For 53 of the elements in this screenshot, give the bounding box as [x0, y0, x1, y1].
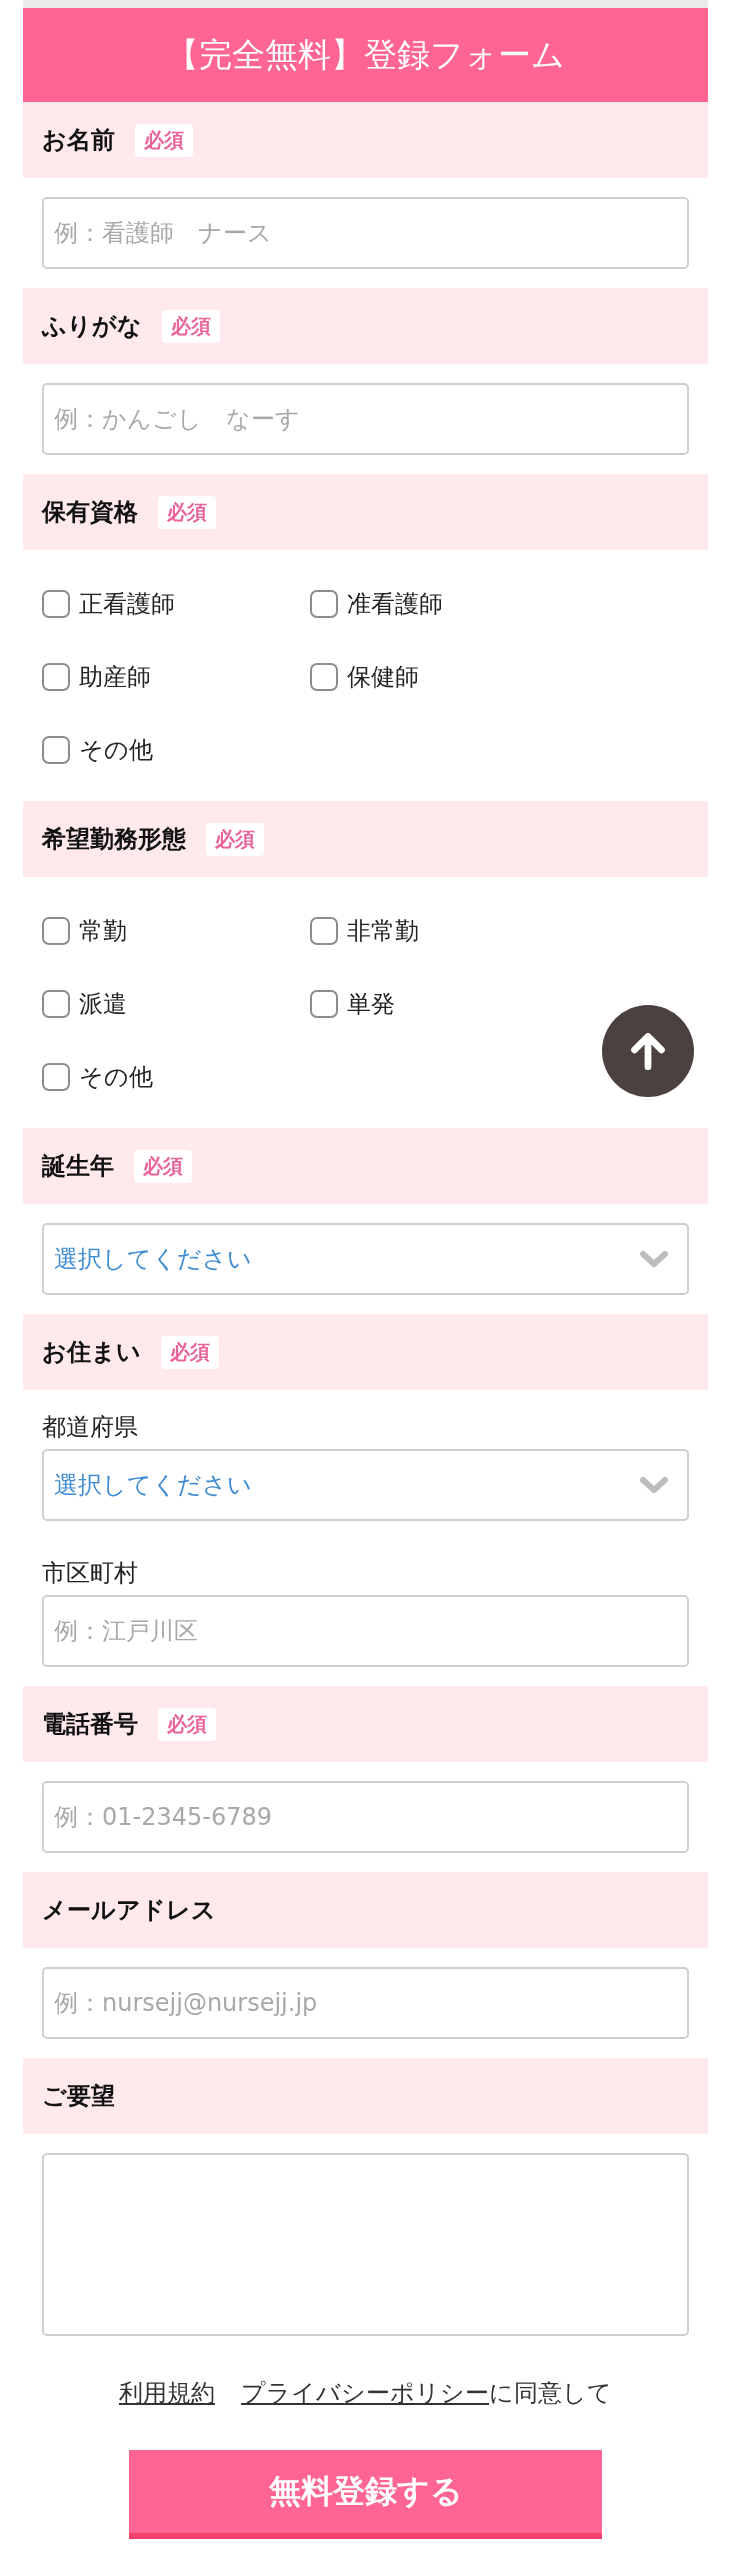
checkbox[interactable]: [310, 662, 338, 691]
checkbox[interactable]: [42, 989, 70, 1018]
textarea-field[interactable]: [42, 2153, 689, 2336]
section-title: 誕生年: [42, 1151, 114, 1182]
checkbox-label[interactable]: 派遣: [79, 987, 127, 1020]
form-title: 【完全無料】登録フォーム: [166, 33, 565, 76]
chevron-down-icon: [639, 1250, 669, 1268]
checkbox-label[interactable]: 保健師: [347, 660, 419, 693]
terms-link[interactable]: 利用規約: [119, 2379, 215, 2407]
required-tag: 必須: [134, 1149, 192, 1183]
section-title: ご要望: [42, 2081, 115, 2112]
required-tag: 必須: [162, 309, 220, 343]
section-title: メールアドレス: [42, 1895, 216, 1926]
agreement-text: 利用規約 プライバシーポリシーに同意して: [118, 2378, 613, 2409]
select-field[interactable]: 選択してください: [42, 1223, 689, 1295]
privacy-policy-link[interactable]: プライバシーポリシー: [241, 2379, 489, 2407]
section-title: ふりがな: [42, 311, 142, 342]
checkbox-label[interactable]: 単発: [347, 987, 395, 1020]
checkbox[interactable]: [42, 589, 70, 618]
required-tag: 必須: [161, 1335, 219, 1369]
section-title: お住まい: [42, 1337, 141, 1368]
text-input[interactable]: 例：かんごし なーす: [42, 383, 689, 455]
checkbox-label[interactable]: その他: [79, 1060, 153, 1093]
text-input[interactable]: 例：01-2345-6789: [42, 1781, 689, 1853]
checkbox-label[interactable]: その他: [79, 733, 153, 766]
checkbox[interactable]: [310, 589, 338, 618]
text-input[interactable]: 例：看護師 ナース: [42, 197, 689, 269]
required-tag: 必須: [158, 1707, 216, 1741]
chevron-down-icon: [639, 1476, 669, 1494]
checkbox[interactable]: [310, 916, 338, 945]
text-input[interactable]: 例：江戸川区: [42, 1595, 689, 1667]
checkbox[interactable]: [310, 989, 338, 1018]
checkbox[interactable]: [42, 1062, 70, 1091]
text-input[interactable]: 例：nursejj@nursejj.jp: [42, 1967, 689, 2039]
checkbox[interactable]: [42, 916, 70, 945]
checkbox-label[interactable]: 非常勤: [347, 914, 419, 947]
field-label: 市区町村: [42, 1558, 138, 1589]
checkbox[interactable]: [42, 662, 70, 691]
select-field[interactable]: 選択してください: [42, 1449, 689, 1521]
section-title: 保有資格: [42, 497, 138, 528]
checkbox[interactable]: [42, 735, 70, 764]
section-title: お名前: [42, 125, 115, 156]
checkbox-label[interactable]: 正看護師: [79, 587, 175, 620]
checkbox-label[interactable]: 常勤: [79, 914, 127, 947]
required-tag: 必須: [206, 822, 264, 856]
field-label: 都道府県: [42, 1412, 138, 1443]
required-tag: 必須: [135, 123, 193, 157]
checkbox-label[interactable]: 准看護師: [347, 587, 443, 620]
section-title: 電話番号: [42, 1709, 138, 1740]
section-title: 希望勤務形態: [42, 824, 186, 855]
checkbox-label[interactable]: 助産師: [79, 660, 151, 693]
arrow-up-icon: [631, 1032, 665, 1070]
required-tag: 必須: [158, 495, 216, 529]
